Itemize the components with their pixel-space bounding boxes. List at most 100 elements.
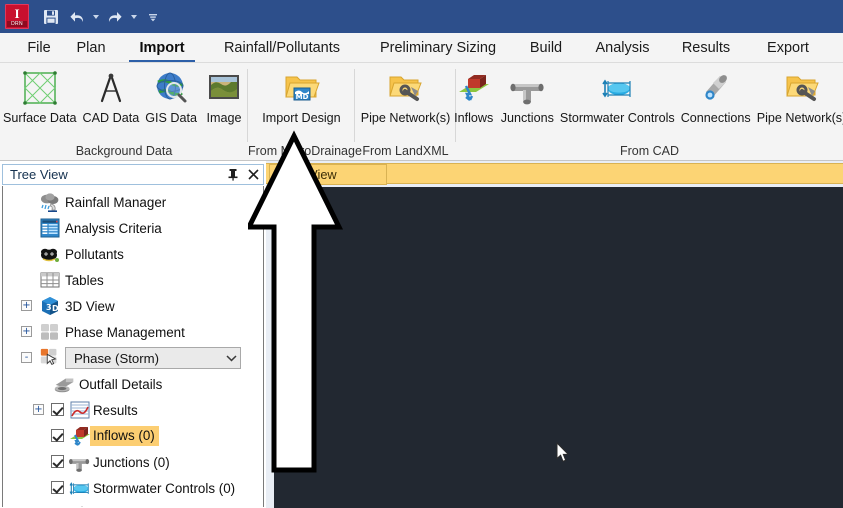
tree-item-label: Junctions (0)	[93, 454, 170, 470]
logo-sublabel: DRN	[7, 21, 27, 27]
pollutants-icon	[39, 243, 61, 265]
tree-item-analysis-criteria[interactable]: Analysis Criteria	[3, 215, 263, 241]
tree-item-checkbox[interactable]	[51, 455, 64, 468]
tree-item-label: Stormwater Controls (0)	[93, 480, 236, 496]
ribbon-group-from-landxml: Pipe Network(s) From LandXML	[355, 63, 456, 161]
ribbon-button-label: CAD Data	[82, 111, 140, 125]
folder-pipe-icon	[384, 67, 426, 109]
tab-plan-view[interactable]: Plan View	[269, 163, 387, 185]
tab-preliminary-sizing[interactable]: Preliminary Sizing	[373, 33, 503, 63]
tab-results[interactable]: Results	[673, 33, 739, 63]
ribbon-group-title: Background Data	[75, 144, 173, 158]
tree-item-results[interactable]: + Results	[3, 397, 263, 423]
chevron-down-icon	[93, 14, 99, 19]
tab-import[interactable]: Import	[127, 33, 197, 63]
tree-item-rainfall-manager[interactable]: Rainfall Manager	[3, 189, 263, 215]
plan-view-canvas[interactable]	[274, 187, 843, 508]
ribbon-button-cad-data[interactable]: CAD Data	[80, 65, 143, 125]
phase-dropdown-value: Phase (Storm)	[74, 350, 160, 366]
tree-item-phase-selector[interactable]: - Phase (Storm)	[3, 345, 263, 371]
ribbon-button-gis-data[interactable]: GIS Data	[142, 65, 200, 125]
tree-item-tables[interactable]: Tables	[3, 267, 263, 293]
save-icon	[44, 9, 58, 24]
ribbon-group-title: From CAD	[619, 144, 680, 158]
close-panel-button[interactable]	[243, 165, 263, 184]
junction-pipe-icon	[69, 451, 91, 473]
cube-3d-icon: 3 D	[39, 295, 61, 317]
ribbon-button-image[interactable]: Image	[200, 65, 248, 125]
tree-item-stormwater-controls[interactable]: Stormwater Controls (0)	[3, 475, 263, 501]
tree-item-label: Results	[93, 402, 138, 418]
tree-item-label: Analysis Criteria	[65, 220, 162, 236]
stormwater-control-icon	[596, 67, 638, 109]
ribbon-button-import-design[interactable]: MD Import Design	[259, 65, 343, 125]
compass-divider-icon	[90, 67, 132, 109]
tree-item-3d-view[interactable]: + 3 D 3D View	[3, 293, 263, 319]
ribbon-button-connections[interactable]: Connections	[678, 65, 754, 125]
svg-text:MD: MD	[295, 93, 308, 101]
ribbon-button-stormwater-controls[interactable]: Stormwater Controls	[557, 65, 678, 125]
ribbon-button-label: Junctions	[500, 111, 554, 125]
undo-dropdown-button[interactable]	[90, 4, 102, 29]
ribbon-group-items: MD Import Design	[248, 65, 355, 125]
svg-text:3: 3	[46, 303, 52, 312]
svg-text:D: D	[52, 304, 59, 313]
expander-toggle[interactable]: +	[21, 300, 32, 311]
inflows-icon	[453, 67, 495, 109]
tree-item-outfall-details[interactable]: Outfall Details	[3, 371, 263, 397]
ribbon-button-pipe-networks-cad[interactable]: Pipe Network(s)	[754, 65, 843, 125]
redo-button[interactable]	[102, 4, 128, 29]
customize-quick-access-button[interactable]	[140, 4, 166, 29]
pin-icon	[228, 169, 238, 181]
ribbon-tab-strip: File Plan Import Rainfall/Pollutants Pre…	[0, 33, 843, 63]
globe-magnifier-icon	[150, 67, 192, 109]
phase-dropdown[interactable]: Phase (Storm)	[65, 347, 241, 369]
undo-icon	[70, 11, 84, 22]
tree-item-partial[interactable]	[3, 501, 263, 507]
junction-pipe-icon	[506, 67, 548, 109]
tree-item-checkbox[interactable]	[51, 403, 64, 416]
ribbon-button-inflows[interactable]: Inflows	[450, 65, 498, 125]
phase-panes-icon	[39, 321, 61, 343]
undo-button[interactable]	[64, 4, 90, 29]
ribbon-button-junctions[interactable]: Junctions	[498, 65, 557, 125]
tree-item-label: Phase Management	[65, 324, 185, 340]
auto-hide-pin-button[interactable]	[223, 165, 243, 184]
tree-item-pollutants[interactable]: Pollutants	[3, 241, 263, 267]
tab-analysis[interactable]: Analysis	[586, 33, 659, 63]
expander-toggle[interactable]: +	[21, 326, 32, 337]
ribbon-button-label: Connections	[680, 111, 751, 125]
expander-toggle[interactable]: +	[33, 404, 44, 415]
ribbon-group-title: From MicroDrainage	[248, 144, 362, 158]
ribbon-group-from-microdrainage: MD Import Design From MicroDrainage	[248, 63, 362, 161]
redo-icon	[108, 11, 122, 22]
tree-item-phase-management[interactable]: + Phase Management	[3, 319, 263, 345]
phase-select-icon	[39, 347, 61, 369]
expander-toggle[interactable]: -	[21, 352, 32, 363]
tab-export[interactable]: Export	[757, 33, 819, 63]
redo-dropdown-button[interactable]	[128, 4, 140, 29]
ribbon-button-label: Surface Data	[3, 111, 77, 125]
tree-item-checkbox[interactable]	[51, 429, 64, 442]
picture-frame-icon	[203, 67, 245, 109]
ribbon-button-label: Pipe Network(s)	[360, 111, 451, 125]
view-tab-strip: Plan View	[266, 163, 843, 185]
tree-item-junctions[interactable]: Junctions (0)	[3, 449, 263, 475]
tab-file[interactable]: File	[12, 33, 66, 63]
ribbon-button-label: Pipe Network(s)	[756, 111, 843, 125]
tab-build[interactable]: Build	[523, 33, 569, 63]
tree-view-header: Tree View	[2, 164, 264, 185]
logo-letter: I	[14, 6, 20, 21]
tab-plan[interactable]: Plan	[60, 33, 122, 63]
ribbon-button-pipe-networks-landxml[interactable]: Pipe Network(s)	[358, 65, 454, 125]
ribbon-button-label: GIS Data	[145, 111, 198, 125]
ribbon-group-items: Pipe Network(s)	[355, 65, 456, 125]
ribbon-group-items: Surface Data CAD Data GIS Data Image	[0, 65, 248, 125]
ribbon-button-label: Import Design	[262, 111, 341, 125]
ribbon-button-surface-data[interactable]: Surface Data	[0, 65, 80, 125]
tree-view-list[interactable]: Rainfall Manager Analysis Criteria Pollu…	[2, 186, 264, 507]
tab-rainfall-pollutants[interactable]: Rainfall/Pollutants	[206, 33, 358, 63]
tree-item-inflows[interactable]: Inflows (0)	[3, 423, 263, 449]
tree-item-checkbox[interactable]	[51, 481, 64, 494]
save-button[interactable]	[38, 4, 64, 29]
